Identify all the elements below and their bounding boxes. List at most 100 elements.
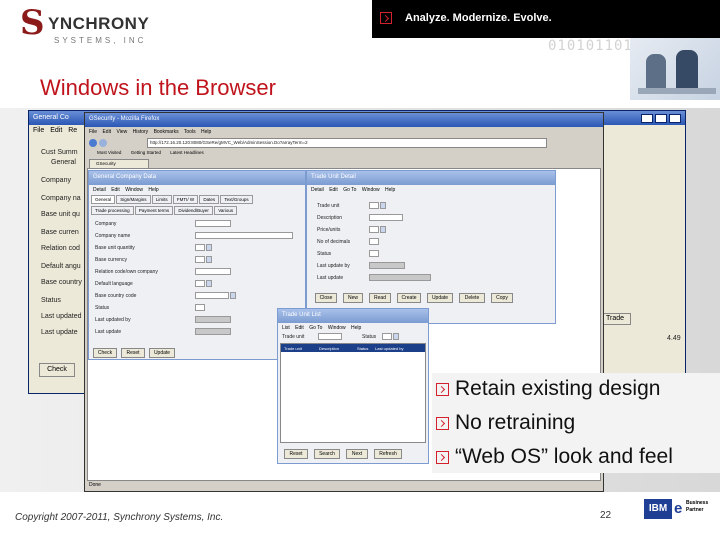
gcd-company-name-field[interactable]: [195, 232, 293, 239]
tul-menu-goto[interactable]: Go To: [309, 325, 322, 331]
tul-col-trade-unit[interactable]: Trade unit: [284, 346, 302, 351]
tud-new-button[interactable]: New: [343, 293, 363, 303]
gcd-update-button[interactable]: Update: [149, 348, 175, 358]
label-base-country: Base country: [41, 279, 82, 286]
tud-delete-button[interactable]: Delete: [459, 293, 485, 303]
gcd-base-unit-dropdown[interactable]: [206, 244, 212, 251]
tud-decimals-field[interactable]: [369, 238, 379, 245]
bullet-text: No retraining: [455, 411, 576, 434]
forward-icon[interactable]: [99, 139, 107, 147]
gcd-reset-button[interactable]: Reset: [121, 348, 145, 358]
gcd-menu-window[interactable]: Window: [125, 187, 143, 193]
gcd-tab-fmti[interactable]: FMTI/ W: [172, 195, 199, 204]
gcd-base-currency-field[interactable]: [195, 256, 205, 263]
tul-menu-help[interactable]: Help: [351, 325, 361, 331]
tul-menu-window[interactable]: Window: [328, 325, 346, 331]
gcd-default-language-dropdown[interactable]: [206, 280, 212, 287]
browser-menu-view[interactable]: View: [116, 129, 127, 135]
gcd-relation-code-field[interactable]: [195, 268, 231, 275]
gcd-status-field[interactable]: [195, 304, 205, 311]
tul-col-description[interactable]: Description: [319, 346, 339, 351]
tul-status-field[interactable]: [382, 333, 392, 340]
tul-menu-list[interactable]: List: [282, 325, 290, 331]
label-status: Status: [41, 297, 61, 304]
tud-description-field[interactable]: [369, 214, 403, 221]
gcd-tab-dates[interactable]: Dates: [199, 195, 220, 204]
tud-menu-help[interactable]: Help: [385, 187, 395, 193]
menu-edit[interactable]: Edit: [50, 127, 62, 134]
gcd-check-button[interactable]: Check: [93, 348, 117, 358]
tud-status-field[interactable]: [369, 250, 379, 257]
maximize-icon[interactable]: [655, 114, 667, 123]
bookmark-getting-started[interactable]: Getting Started: [131, 150, 161, 155]
tud-trade-unit-dropdown[interactable]: [380, 202, 386, 209]
gcd-tab-text-groups[interactable]: Text/Groups: [220, 195, 253, 204]
address-bar[interactable]: http://172.16.20.120:8080/GSeRe/gMVC_Web…: [147, 138, 547, 148]
tul-trade-unit-field[interactable]: [318, 333, 342, 340]
bookmark-latest-headlines[interactable]: Latest Headlines: [170, 150, 204, 155]
tul-refresh-button[interactable]: Refresh: [374, 449, 402, 459]
gcd-subtab-dividend[interactable]: Dividend/Buyer: [174, 206, 213, 215]
gcd-menu-help[interactable]: Help: [148, 187, 158, 193]
gcd-label-base-unit: Base unit quantity: [95, 245, 135, 251]
tud-price-units-dropdown[interactable]: [380, 226, 386, 233]
tud-label-decimals: No of decimals: [317, 239, 351, 245]
browser-menu-file[interactable]: File: [89, 129, 97, 135]
tud-menu-window[interactable]: Window: [362, 187, 380, 193]
general-tab[interactable]: General: [51, 159, 76, 166]
browser-menu-help[interactable]: Help: [201, 129, 211, 135]
tud-close-button[interactable]: Close: [315, 293, 337, 303]
gcd-subtab-trade[interactable]: Trade processing: [91, 206, 134, 215]
tud-menu-goto[interactable]: Go To: [343, 187, 356, 193]
tud-trade-unit-field[interactable]: [369, 202, 379, 209]
tud-price-units-field[interactable]: [369, 226, 379, 233]
tud-read-button[interactable]: Read: [369, 293, 391, 303]
gcd-base-currency-dropdown[interactable]: [206, 256, 212, 263]
tul-next-button[interactable]: Next: [346, 449, 368, 459]
tud-menu-detail[interactable]: Detail: [311, 187, 324, 193]
browser-menu-bookmarks[interactable]: Bookmarks: [154, 129, 179, 135]
tul-col-status[interactable]: Status: [357, 346, 368, 351]
gcd-tab-general[interactable]: General: [91, 195, 116, 204]
tud-label-last-update: Last update: [317, 275, 344, 281]
tud-copy-button[interactable]: Copy: [491, 293, 513, 303]
minimize-icon[interactable]: [641, 114, 653, 123]
browser-menu-tools[interactable]: Tools: [184, 129, 196, 135]
gcd-default-language-field[interactable]: [195, 280, 205, 287]
gcd-base-country-dropdown[interactable]: [230, 292, 236, 299]
partner-text: Business Partner: [686, 500, 708, 514]
gcd-menu-detail[interactable]: Detail: [93, 187, 106, 193]
close-icon[interactable]: [669, 114, 681, 123]
gcd-menu-edit[interactable]: Edit: [111, 187, 120, 193]
browser-nav-bar: http://172.16.20.120:8080/GSeRe/gMVC_Web…: [87, 138, 601, 149]
bookmarks-bar: Most Visited Getting Started Latest Head…: [87, 150, 601, 158]
tul-search-button[interactable]: Search: [314, 449, 340, 459]
browser-menu-edit[interactable]: Edit: [102, 129, 111, 135]
cust-summ-tab[interactable]: Cust Summ: [41, 149, 78, 156]
gcd-subtab-payment[interactable]: Payment terms: [134, 206, 174, 215]
bookmark-most-visited[interactable]: Most Visited: [97, 150, 121, 155]
back-icon[interactable]: [89, 139, 97, 147]
tud-create-button[interactable]: Create: [397, 293, 421, 303]
gcd-tab-sign-margins[interactable]: Sign/Margins: [116, 195, 151, 204]
desktop-check-button[interactable]: Check: [39, 363, 75, 377]
browser-menu-history[interactable]: History: [133, 129, 149, 135]
gcd-base-unit-field[interactable]: [195, 244, 205, 251]
gcd-subtab-various[interactable]: Various: [214, 206, 238, 215]
browser-tab[interactable]: GSecurity: [89, 159, 149, 168]
logo-initial: S: [20, 3, 45, 43]
label-default-language: Default angu: [41, 263, 81, 270]
tul-col-last-updated[interactable]: Last updated by: [375, 346, 403, 351]
tul-reset-button[interactable]: Reset: [284, 449, 308, 459]
tul-status-dropdown[interactable]: [393, 333, 399, 340]
menu-file[interactable]: File: [33, 127, 44, 134]
gcd-company-field[interactable]: [195, 220, 231, 227]
tul-menu-edit[interactable]: Edit: [295, 325, 304, 331]
tud-title: Trade Unit Detail: [311, 174, 356, 180]
tul-title: Trade Unit List: [282, 312, 321, 318]
menu-re[interactable]: Re: [68, 127, 77, 134]
tud-menu-edit[interactable]: Edit: [329, 187, 338, 193]
gcd-base-country-field[interactable]: [195, 292, 229, 299]
tud-update-button[interactable]: Update: [427, 293, 453, 303]
gcd-tab-limits[interactable]: Limits: [151, 195, 172, 204]
